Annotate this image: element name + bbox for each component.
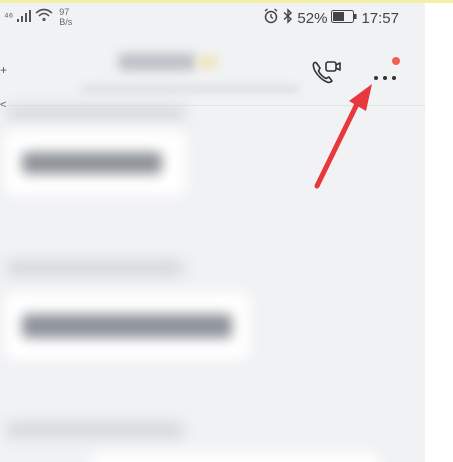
signal-icon [17, 9, 32, 26]
video-call-button[interactable] [306, 57, 346, 91]
message-text-blurred-1 [22, 152, 162, 174]
wifi-icon [35, 8, 53, 26]
status-bar: ⁴⁶ 97 B/s 52% 17:57 [0, 3, 425, 37]
notification-dot [392, 57, 400, 65]
left-edge-plus: + [0, 63, 8, 77]
net-speed: 97 B/s [59, 7, 72, 27]
chat-header: + < [0, 37, 425, 111]
timestamp-blurred-3 [6, 422, 184, 438]
status-right: 52% 17:57 [263, 8, 399, 28]
battery-percent: 52% [297, 9, 328, 27]
video-call-icon [310, 59, 342, 90]
contact-badge-blurred [196, 55, 218, 69]
message-text-blurred-2 [22, 314, 232, 338]
timestamp-blurred-2 [6, 260, 184, 276]
signal-label: ⁴⁶ [4, 11, 14, 23]
timestamp-blurred-1 [6, 106, 186, 120]
contact-status-blurred [80, 85, 300, 93]
more-options-button[interactable] [362, 57, 408, 91]
status-time: 17:57 [361, 9, 399, 27]
chat-screen: ⁴⁶ 97 B/s 52% 17:57 + < [0, 0, 425, 462]
top-edge-strip [0, 0, 453, 3]
net-speed-value: 97 [59, 7, 70, 17]
right-margin [425, 0, 453, 462]
net-speed-unit: B/s [59, 17, 73, 27]
bluetooth-icon [283, 8, 293, 28]
contact-name-blurred [118, 53, 196, 71]
status-left: ⁴⁶ 97 B/s [4, 7, 72, 27]
alarm-icon [263, 8, 279, 28]
more-options-icon [374, 76, 396, 80]
battery-icon [331, 9, 357, 27]
message-bubble-3[interactable] [90, 452, 380, 462]
